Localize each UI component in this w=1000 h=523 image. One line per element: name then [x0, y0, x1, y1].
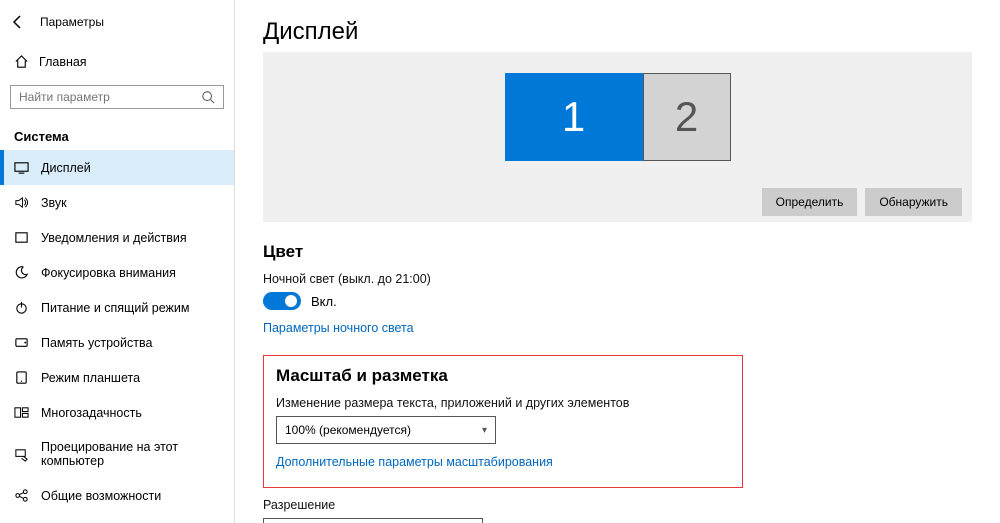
nav-item-shared[interactable]: Общие возможности	[0, 478, 234, 513]
power-icon	[14, 300, 29, 315]
sound-icon	[14, 195, 29, 210]
night-light-settings-link[interactable]: Параметры ночного света	[263, 321, 414, 335]
resolution-label: Разрешение	[263, 498, 972, 512]
scale-dropdown[interactable]: 100% (рекомендуется) ▾	[276, 416, 496, 444]
display-icon	[14, 160, 29, 175]
nav-label: Фокусировка внимания	[41, 266, 176, 280]
nav-label: Питание и спящий режим	[41, 301, 189, 315]
back-button[interactable]	[4, 8, 32, 36]
detect-button[interactable]: Определить	[762, 188, 858, 216]
home-icon	[14, 54, 29, 69]
resolution-block: Разрешение 1920 × 1080 (рекомендуется) ▾	[263, 498, 972, 523]
scale-desc: Изменение размера текста, приложений и д…	[276, 396, 730, 410]
nav-label: Проецирование на этот компьютер	[41, 440, 220, 468]
monitor-panel: 1 2 Определить Обнаружить	[263, 52, 972, 222]
night-light-toggle[interactable]	[263, 292, 301, 310]
nav-item-notifications[interactable]: Уведомления и действия	[0, 220, 234, 255]
night-light-label: Ночной свет (выкл. до 21:00)	[263, 272, 972, 286]
nav-label: Режим планшета	[41, 371, 140, 385]
home-link[interactable]: Главная	[0, 48, 234, 75]
multitask-icon	[14, 405, 29, 420]
tablet-icon	[14, 370, 29, 385]
monitor-2[interactable]: 2	[643, 73, 731, 161]
monitor-area: 1 2	[263, 52, 972, 182]
identify-button[interactable]: Обнаружить	[865, 188, 962, 216]
scale-value: 100% (рекомендуется)	[285, 423, 411, 437]
advanced-scaling-link[interactable]: Дополнительные параметры масштабирования	[276, 455, 553, 469]
nav-label: Звук	[41, 196, 67, 210]
shared-icon	[14, 488, 29, 503]
nav-item-sound[interactable]: Звук	[0, 185, 234, 220]
nav-item-focus[interactable]: Фокусировка внимания	[0, 255, 234, 290]
night-light-toggle-row: Вкл.	[263, 292, 972, 310]
main-content: Дисплей 1 2 Определить Обнаружить Цвет Н…	[235, 0, 1000, 523]
nav-list: Дисплей Звук Уведомления и действия Фоку…	[0, 150, 234, 523]
nav-item-remote[interactable]: Удаленный рабочий стол	[0, 513, 234, 523]
nav-label: Память устройства	[41, 336, 152, 350]
nav-item-tablet[interactable]: Режим планшета	[0, 360, 234, 395]
window-title: Параметры	[40, 15, 104, 29]
search-box[interactable]	[10, 85, 224, 109]
arrow-left-icon	[10, 14, 26, 30]
projecting-icon	[14, 447, 29, 462]
scale-section-title: Масштаб и разметка	[276, 366, 730, 386]
resolution-dropdown[interactable]: 1920 × 1080 (рекомендуется) ▾	[263, 518, 483, 523]
search-input[interactable]	[19, 90, 201, 104]
notifications-icon	[14, 230, 29, 245]
nav-label: Многозадачность	[41, 406, 142, 420]
nav-label: Общие возможности	[41, 489, 161, 503]
nav-label: Дисплей	[41, 161, 91, 175]
monitor-buttons: Определить Обнаружить	[263, 182, 972, 222]
scale-highlight-box: Масштаб и разметка Изменение размера тек…	[263, 355, 743, 488]
category-label: Система	[0, 119, 234, 150]
page-title: Дисплей	[263, 18, 972, 46]
monitor-1[interactable]: 1	[505, 73, 643, 161]
search-icon	[201, 90, 215, 104]
nav-item-display[interactable]: Дисплей	[0, 150, 234, 185]
nav-item-multitask[interactable]: Многозадачность	[0, 395, 234, 430]
focus-icon	[14, 265, 29, 280]
nav-label: Уведомления и действия	[41, 231, 187, 245]
storage-icon	[14, 335, 29, 350]
chevron-down-icon: ▾	[482, 425, 487, 436]
sidebar: Параметры Главная Система Дисплей Звук У…	[0, 0, 235, 523]
home-label: Главная	[39, 55, 87, 69]
nav-item-projecting[interactable]: Проецирование на этот компьютер	[0, 430, 234, 478]
nav-item-power[interactable]: Питание и спящий режим	[0, 290, 234, 325]
color-section-title: Цвет	[263, 242, 972, 262]
nav-item-storage[interactable]: Память устройства	[0, 325, 234, 360]
sidebar-header: Параметры	[0, 0, 234, 44]
toggle-state-label: Вкл.	[311, 294, 337, 309]
